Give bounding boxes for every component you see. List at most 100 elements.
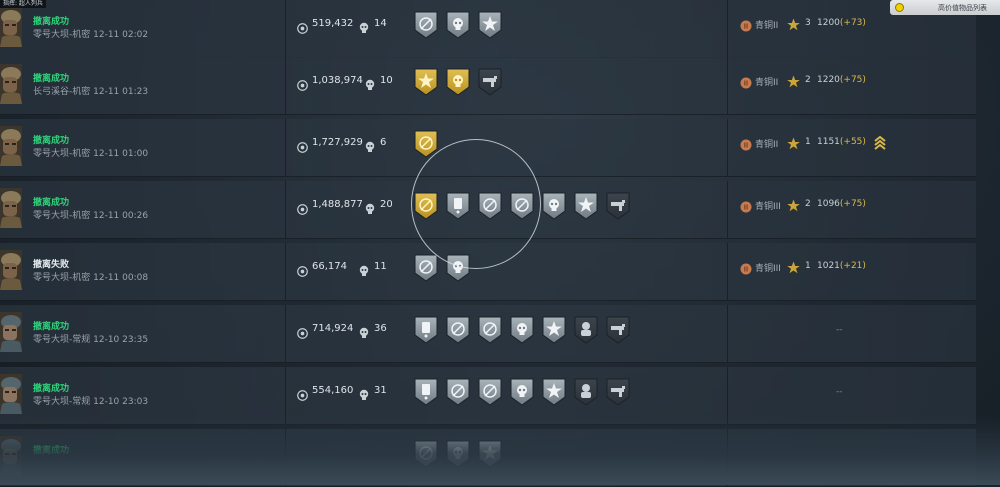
extracted-value: 66,174 [312, 261, 347, 272]
gold-target-badge[interactable] [413, 191, 439, 221]
score-delta: (+75) [839, 199, 866, 209]
map-name: 零号大坝-机密 [33, 211, 91, 221]
dark-weapon-badge[interactable] [605, 377, 631, 407]
achievement-badges [413, 439, 503, 469]
silver-compass-badge[interactable] [477, 191, 503, 221]
extracted-value: 1,727,929 [312, 137, 363, 148]
silver-compass-badge[interactable] [445, 377, 471, 407]
star-icon [787, 135, 800, 150]
match-row[interactable]: 撤离成功 [0, 429, 976, 487]
top-left-label: 指挥: 超人列兵 [0, 0, 46, 8]
operator-avatar [0, 188, 22, 228]
operator-avatar [0, 312, 22, 352]
silver-card-badge[interactable] [413, 377, 439, 407]
skull-icon [365, 200, 375, 214]
silver-compass-badge[interactable] [477, 315, 503, 345]
rank-name: 青铜III [755, 264, 781, 274]
coin-icon [297, 200, 308, 215]
silver-star-badge[interactable] [477, 10, 503, 40]
svg-text:II: II [744, 80, 748, 88]
rank-placeholder: -- [836, 325, 843, 335]
svg-text:II: II [744, 23, 748, 31]
silver-star-badge[interactable] [477, 439, 503, 469]
toggle-dot-icon [895, 3, 904, 12]
achievement-badges [413, 129, 439, 159]
dark-weapon-badge[interactable] [605, 191, 631, 221]
skull-icon [359, 324, 369, 338]
column-divider [285, 0, 286, 57]
match-row[interactable]: 撤离成功 零号大坝-机密 12-11 01:00 1,727,929 6 II … [0, 119, 976, 177]
achievement-badges [413, 253, 471, 283]
match-row[interactable]: 撤离失败 零号大坝-机密 12-11 00:08 66,174 11 II 青铜… [0, 243, 976, 301]
silver-compass-badge[interactable] [477, 377, 503, 407]
column-divider [285, 181, 286, 238]
match-time: 12-11 01:23 [93, 87, 149, 97]
match-row[interactable]: 撤离成功 零号大坝-常规 12-10 23:03 554,160 31 -- [0, 367, 976, 425]
rank-emblem-icon: II [740, 17, 752, 32]
achievement-badges [413, 67, 503, 97]
rank-emblem-icon: II [740, 74, 752, 89]
extracted-value: 554,160 [312, 385, 354, 396]
silver-skull-badge[interactable] [445, 253, 471, 283]
rank-emblem-icon: II [740, 260, 752, 275]
kill-count: 6 [380, 137, 387, 148]
filter-toggle[interactable]: 高价值物品列表 [890, 0, 1000, 15]
kill-count: 36 [374, 323, 387, 334]
extraction-status: 撤离成功 [33, 74, 70, 84]
silver-star-badge[interactable] [573, 191, 599, 221]
silver-compass-badge[interactable] [509, 191, 535, 221]
operator-avatar [0, 126, 22, 166]
silver-card-badge[interactable] [445, 191, 471, 221]
kill-count: 14 [374, 18, 387, 29]
star-count: 2 [805, 75, 811, 85]
silver-skull-badge[interactable] [445, 439, 471, 469]
achievement-badges [413, 10, 503, 40]
rank-name: 青铜II [755, 21, 779, 31]
gold-target-badge[interactable] [413, 129, 439, 159]
achievement-badges [413, 377, 631, 407]
star-icon [787, 197, 800, 212]
gold-star-badge[interactable] [413, 67, 439, 97]
silver-card-badge[interactable] [413, 315, 439, 345]
dark-weapon-badge[interactable] [605, 315, 631, 345]
rank-name: 青铜II [755, 78, 779, 88]
kill-count: 11 [374, 261, 387, 272]
silver-star-badge[interactable] [541, 377, 567, 407]
achievement-badges [413, 315, 631, 345]
silver-compass-badge[interactable] [445, 315, 471, 345]
extracted-value: 714,924 [312, 323, 354, 334]
match-row[interactable]: 撤离成功 零号大坝-常规 12-10 23:35 714,924 36 -- [0, 305, 976, 363]
rank-name: 青铜III [755, 202, 781, 212]
kill-count: 10 [380, 75, 393, 86]
coin-icon [297, 386, 308, 401]
gold-skull-badge[interactable] [445, 67, 471, 97]
map-and-time: 零号大坝-机密 12-11 02:02 [33, 27, 148, 40]
silver-skull-badge[interactable] [509, 377, 535, 407]
column-divider [727, 367, 728, 424]
map-and-time: 零号大坝-常规 12-10 23:03 [33, 394, 148, 407]
silver-compass-badge[interactable] [413, 253, 439, 283]
dark-soldier-badge[interactable] [573, 315, 599, 345]
column-divider [727, 0, 728, 57]
column-divider [285, 57, 286, 114]
silver-compass-badge[interactable] [413, 439, 439, 469]
silver-star-badge[interactable] [541, 315, 567, 345]
map-and-time: 零号大坝-机密 12-11 00:26 [33, 208, 148, 221]
kill-count: 20 [380, 199, 393, 210]
silver-skull-badge[interactable] [445, 10, 471, 40]
skull-icon [359, 19, 369, 33]
score-value: 1220 [817, 75, 840, 85]
silver-compass-badge[interactable] [413, 10, 439, 40]
skull-icon [365, 76, 375, 90]
match-row[interactable]: 撤离成功 长弓溪谷-机密 12-11 01:23 1,038,974 10 II… [0, 57, 976, 115]
dark-weapon-badge[interactable] [477, 67, 503, 97]
silver-skull-badge[interactable] [541, 191, 567, 221]
dark-soldier-badge[interactable] [573, 377, 599, 407]
match-row[interactable]: 撤离成功 零号大坝-机密 12-11 02:02 519,432 14 II 青… [0, 0, 976, 58]
svg-text:II: II [744, 266, 748, 274]
skull-icon [359, 386, 369, 400]
match-row[interactable]: 撤离成功 零号大坝-机密 12-11 00:26 1,488,877 20 II… [0, 181, 976, 239]
coin-icon [297, 76, 308, 91]
coin-icon [297, 262, 308, 277]
silver-skull-badge[interactable] [509, 315, 535, 345]
